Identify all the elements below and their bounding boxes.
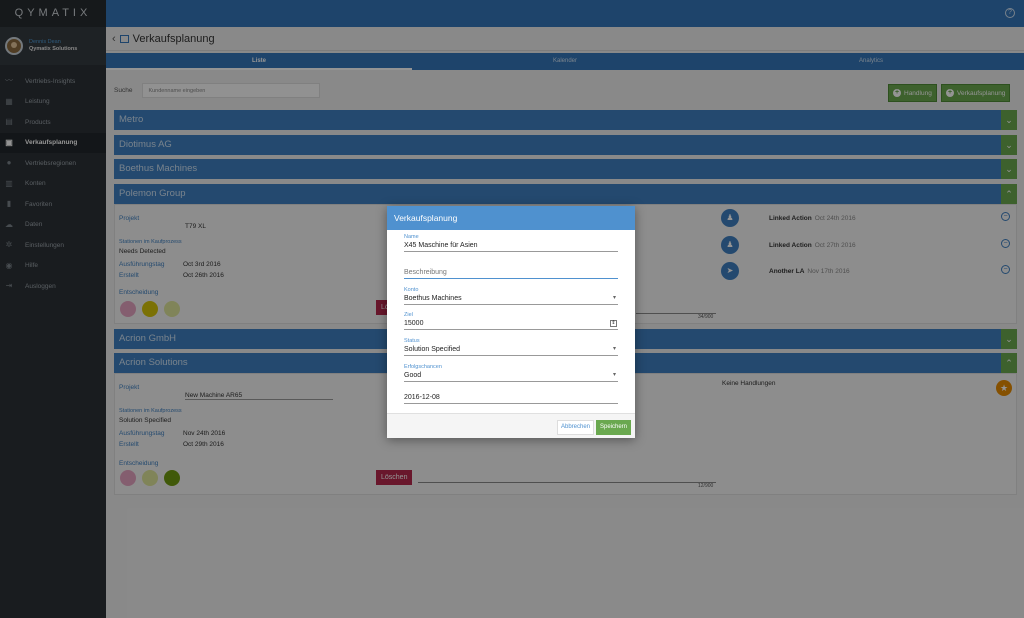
chevron-down-icon: ▾ bbox=[612, 372, 616, 378]
ziel-input[interactable]: 15000 ⇕ bbox=[404, 318, 618, 330]
chancen-select[interactable]: Good ▾ bbox=[404, 370, 618, 382]
status-field: Status Solution Specified ▾ bbox=[404, 338, 618, 356]
konto-field: Konto Boethus Machines ▾ bbox=[404, 287, 618, 305]
description-input[interactable]: Beschreibung bbox=[404, 267, 618, 279]
ziel-value: 15000 bbox=[404, 320, 424, 327]
status-select[interactable]: Solution Specified ▾ bbox=[404, 344, 618, 356]
stepper-icon[interactable]: ⇕ bbox=[610, 320, 617, 327]
name-field: Name X45 Maschine für Asien bbox=[404, 234, 618, 252]
verkaufsplanung-dialog: Verkaufsplanung Name X45 Maschine für As… bbox=[387, 206, 635, 438]
name-input[interactable]: X45 Maschine für Asien bbox=[404, 240, 618, 252]
chevron-down-icon: ▾ bbox=[612, 295, 616, 301]
date-input[interactable]: 2016-12-08 bbox=[404, 392, 618, 404]
chancen-field: Erfolgschancen Good ▾ bbox=[404, 364, 618, 382]
konto-value: Boethus Machines bbox=[404, 295, 462, 302]
konto-select[interactable]: Boethus Machines ▾ bbox=[404, 293, 618, 305]
save-button[interactable]: Speichern bbox=[596, 420, 632, 435]
dialog-footer: Abbrechen Speichern bbox=[387, 413, 635, 438]
cancel-button[interactable]: Abbrechen bbox=[557, 420, 595, 435]
chevron-down-icon: ▾ bbox=[612, 346, 616, 352]
chancen-value: Good bbox=[404, 372, 422, 379]
dialog-title: Verkaufsplanung bbox=[387, 206, 635, 230]
status-value: Solution Specified bbox=[404, 346, 461, 353]
ziel-field: Ziel 15000 ⇕ bbox=[404, 312, 618, 330]
date-field: 2016-12-08 bbox=[404, 392, 618, 404]
description-field: Beschreibung bbox=[404, 267, 618, 279]
